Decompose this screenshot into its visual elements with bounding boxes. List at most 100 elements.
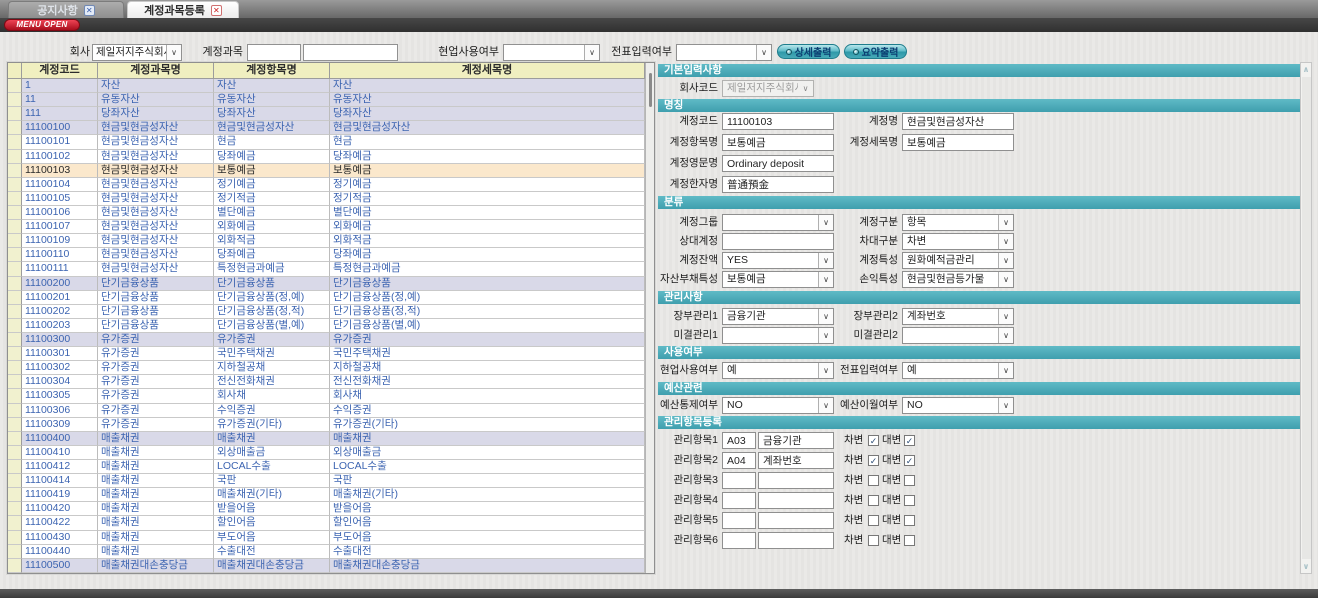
- cell-item-name[interactable]: 별단예금: [214, 206, 330, 220]
- table-row[interactable]: 11100422매출채권할인어음할인어음: [8, 516, 645, 530]
- cell-account-name[interactable]: 매출채권: [98, 516, 214, 530]
- table-row[interactable]: 11100412매출채권LOCAL수출LOCAL수출: [8, 460, 645, 474]
- row-selector[interactable]: [8, 121, 22, 135]
- row-selector[interactable]: [8, 107, 22, 121]
- table-row[interactable]: 11100100현금및현금성자산현금및현금성자산현금및현금성자산: [8, 121, 645, 135]
- cell-detail-name[interactable]: 외화예금: [330, 220, 645, 234]
- cell-item-name[interactable]: 단기금융상품(정,적): [214, 305, 330, 319]
- cell-item-name[interactable]: LOCAL수출: [214, 460, 330, 474]
- cell-account-code[interactable]: 11100100: [22, 121, 98, 135]
- table-row[interactable]: 11100102현금및현금성자산당좌예금당좌예금: [8, 150, 645, 164]
- cell-item-name[interactable]: 단기금융상품: [214, 277, 330, 291]
- cell-account-name[interactable]: 유가증권: [98, 418, 214, 432]
- cell-account-code[interactable]: 11100107: [22, 220, 98, 234]
- row-selector[interactable]: [8, 446, 22, 460]
- cell-detail-name[interactable]: 단기금융상품: [330, 277, 645, 291]
- company-select[interactable]: 제일저지주식회사 ∨: [92, 44, 182, 61]
- cell-detail-name[interactable]: 수출대전: [330, 545, 645, 559]
- cell-item-name[interactable]: 보통예금: [214, 164, 330, 178]
- cell-detail-name[interactable]: 정기예금: [330, 178, 645, 192]
- cell-detail-name[interactable]: 수익증권: [330, 404, 645, 418]
- cell-account-code[interactable]: 11100304: [22, 375, 98, 389]
- cell-detail-name[interactable]: 받을어음: [330, 502, 645, 516]
- cell-account-code[interactable]: 11100430: [22, 531, 98, 545]
- cell-detail-name[interactable]: 보통예금: [330, 164, 645, 178]
- cell-item-name[interactable]: 특정현금과예금: [214, 262, 330, 276]
- summary-print-button[interactable]: 요약출력: [844, 44, 907, 59]
- cell-item-name[interactable]: 받을어음: [214, 502, 330, 516]
- cell-detail-name[interactable]: 회사채: [330, 389, 645, 403]
- table-row[interactable]: 11100302유가증권지하철공채지하철공채: [8, 361, 645, 375]
- cell-account-code[interactable]: 11100101: [22, 135, 98, 149]
- cell-item-name[interactable]: 정기적금: [214, 192, 330, 206]
- row-selector[interactable]: [8, 545, 22, 559]
- cell-account-name[interactable]: 매출채권: [98, 545, 214, 559]
- table-row[interactable]: 11100309유가증권유가증권(기타)유가증권(기타): [8, 418, 645, 432]
- row-selector[interactable]: [8, 305, 22, 319]
- cell-account-name[interactable]: 유가증권: [98, 347, 214, 361]
- cell-account-code[interactable]: 11100500: [22, 559, 98, 573]
- mgmt-item-name-input[interactable]: [758, 452, 834, 469]
- cell-account-code[interactable]: 11100410: [22, 446, 98, 460]
- cell-account-name[interactable]: 매출채권대손충당금: [98, 559, 214, 573]
- cell-item-name[interactable]: 할인어음: [214, 516, 330, 530]
- tab-notice[interactable]: 공지사항 ✕: [8, 1, 124, 18]
- table-row[interactable]: 11100105현금및현금성자산정기적금정기적금: [8, 192, 645, 206]
- debit-checkbox[interactable]: ✓: [868, 435, 879, 446]
- mgmt-item-code-input[interactable]: [722, 452, 756, 469]
- table-row[interactable]: 11100305유가증권회사채회사채: [8, 389, 645, 403]
- table-row[interactable]: 11100500매출채권대손충당금매출채권대손충당금매출채권대손충당금: [8, 559, 645, 573]
- cell-account-code[interactable]: 11: [22, 93, 98, 107]
- cell-account-code[interactable]: 11100110: [22, 248, 98, 262]
- slip-entry-select[interactable]: 예∨: [902, 362, 1014, 379]
- cell-account-name[interactable]: 현금및현금성자산: [98, 192, 214, 206]
- close-icon[interactable]: ✕: [84, 5, 95, 16]
- cell-detail-name[interactable]: 당좌자산: [330, 107, 645, 121]
- cell-account-code[interactable]: 11100420: [22, 502, 98, 516]
- cell-detail-name[interactable]: 부도어음: [330, 531, 645, 545]
- cell-detail-name[interactable]: 할인어음: [330, 516, 645, 530]
- scrollbar-thumb[interactable]: [1302, 77, 1311, 559]
- cell-account-name[interactable]: 유가증권: [98, 389, 214, 403]
- cell-account-code[interactable]: 11100300: [22, 333, 98, 347]
- panel-scrollbar[interactable]: ∧ ∨: [1300, 62, 1312, 574]
- row-selector[interactable]: [8, 516, 22, 530]
- row-selector[interactable]: [8, 248, 22, 262]
- cell-item-name[interactable]: 당좌예금: [214, 248, 330, 262]
- cell-item-name[interactable]: 외화예금: [214, 220, 330, 234]
- cell-detail-name[interactable]: 별단예금: [330, 206, 645, 220]
- cell-account-code[interactable]: 11100200: [22, 277, 98, 291]
- cell-account-name[interactable]: 유가증권: [98, 375, 214, 389]
- table-row[interactable]: 11100201단기금융상품단기금융상품(정,예)단기금융상품(정,예): [8, 291, 645, 305]
- row-selector[interactable]: [8, 277, 22, 291]
- pl-attr-select[interactable]: 현금및현금등가물∨: [902, 271, 1014, 288]
- row-selector[interactable]: [8, 333, 22, 347]
- pending2-select[interactable]: ∨: [902, 327, 1014, 344]
- cell-item-name[interactable]: 수출대전: [214, 545, 330, 559]
- cell-item-name[interactable]: 유가증권: [214, 333, 330, 347]
- cell-account-name[interactable]: 현금및현금성자산: [98, 178, 214, 192]
- cell-account-name[interactable]: 유가증권: [98, 361, 214, 375]
- cell-account-name[interactable]: 현금및현금성자산: [98, 234, 214, 248]
- row-selector[interactable]: [8, 79, 22, 93]
- cell-item-name[interactable]: 매출채권: [214, 432, 330, 446]
- row-selector[interactable]: [8, 418, 22, 432]
- debit-checkbox[interactable]: [868, 535, 879, 546]
- detail-name-input[interactable]: [902, 134, 1014, 151]
- cell-detail-name[interactable]: LOCAL수출: [330, 460, 645, 474]
- cell-item-name[interactable]: 지하철공채: [214, 361, 330, 375]
- cell-item-name[interactable]: 유가증권(기타): [214, 418, 330, 432]
- dc-class-select[interactable]: 차변∨: [902, 233, 1014, 250]
- row-selector[interactable]: [8, 262, 22, 276]
- table-row[interactable]: 11100410매출채권외상매출금외상매출금: [8, 446, 645, 460]
- table-row[interactable]: 11100304유가증권전신전화채권전신전화채권: [8, 375, 645, 389]
- row-selector[interactable]: [8, 460, 22, 474]
- cell-account-code[interactable]: 1: [22, 79, 98, 93]
- cell-detail-name[interactable]: 특정현금과예금: [330, 262, 645, 276]
- credit-checkbox[interactable]: ✓: [904, 455, 915, 466]
- cell-account-name[interactable]: 단기금융상품: [98, 277, 214, 291]
- cell-account-name[interactable]: 현금및현금성자산: [98, 220, 214, 234]
- cell-detail-name[interactable]: 외화적금: [330, 234, 645, 248]
- table-row[interactable]: 11100200단기금융상품단기금융상품단기금융상품: [8, 277, 645, 291]
- cell-detail-name[interactable]: 당좌예금: [330, 248, 645, 262]
